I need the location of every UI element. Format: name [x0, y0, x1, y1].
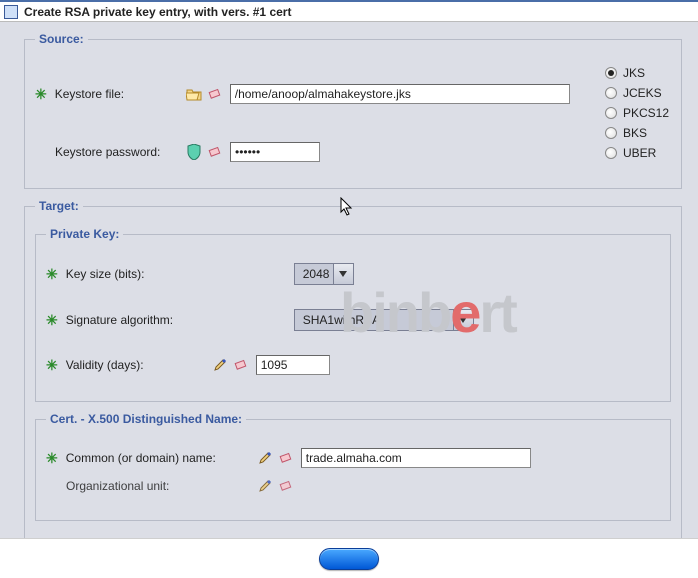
clear-icon[interactable] — [208, 86, 224, 102]
keystore-password-input[interactable] — [230, 142, 320, 162]
radio-icon — [605, 127, 617, 139]
titlebar: Create RSA private key entry, with vers.… — [0, 0, 698, 22]
required-mark: ✳ — [46, 266, 58, 283]
radio-icon — [605, 87, 617, 99]
clear-icon[interactable] — [279, 450, 295, 466]
validity-label: Validity (days): — [66, 358, 206, 372]
radio-dot-icon — [605, 67, 617, 79]
keystore-format-radios: JKS JCEKS PKCS12 BKS UBER — [605, 66, 669, 160]
source-group: Source: ✳ Keystore file: Keystore passwo… — [24, 32, 682, 189]
required-mark: ✳ — [46, 450, 58, 467]
validity-row: ✳ Validity (days): — [46, 355, 660, 375]
target-legend: Target: — [35, 199, 83, 213]
clear-icon[interactable] — [234, 357, 250, 373]
key-size-row: ✳ Key size (bits): 2048 — [46, 263, 660, 285]
required-mark: ✳ — [35, 86, 47, 103]
keystore-file-input[interactable] — [230, 84, 570, 104]
keystore-password-row: Keystore password: — [35, 142, 595, 162]
radio-icon — [605, 147, 617, 159]
source-legend: Source: — [35, 32, 88, 46]
sig-algo-value: SHA1withRSA — [294, 309, 454, 331]
chevron-down-icon[interactable] — [454, 309, 474, 331]
clear-icon[interactable] — [208, 144, 224, 160]
radio-label: BKS — [623, 126, 647, 140]
pencil-icon[interactable] — [212, 357, 228, 373]
common-name-row: ✳ Common (or domain) name: — [46, 448, 660, 468]
window-icon — [4, 5, 18, 19]
clear-icon[interactable] — [279, 478, 295, 494]
keystore-file-row: ✳ Keystore file: — [35, 84, 595, 104]
keystore-password-label: Keystore password: — [55, 145, 180, 159]
radio-label: JKS — [623, 66, 645, 80]
primary-action-button[interactable] — [319, 548, 379, 570]
private-key-legend: Private Key: — [46, 227, 123, 241]
cert-dn-group: Cert. - X.500 Distinguished Name: ✳ Comm… — [35, 412, 671, 521]
common-name-label: Common (or domain) name: — [66, 451, 251, 465]
radio-uber[interactable]: UBER — [605, 146, 669, 160]
required-mark: ✳ — [46, 312, 58, 329]
key-size-value: 2048 — [294, 263, 334, 285]
radio-pkcs12[interactable]: PKCS12 — [605, 106, 669, 120]
key-size-combo[interactable]: 2048 — [294, 263, 354, 285]
window-title: Create RSA private key entry, with vers.… — [24, 5, 291, 19]
target-group: Target: Private Key: ✳ Key size (bits): … — [24, 199, 682, 548]
radio-label: UBER — [623, 146, 656, 160]
radio-jceks[interactable]: JCEKS — [605, 86, 669, 100]
validity-input[interactable] — [256, 355, 330, 375]
org-unit-label: Organizational unit: — [66, 479, 251, 493]
folder-open-icon[interactable] — [186, 86, 202, 102]
radio-label: PKCS12 — [623, 106, 669, 120]
chevron-down-icon[interactable] — [334, 263, 354, 285]
cert-dn-legend: Cert. - X.500 Distinguished Name: — [46, 412, 246, 426]
radio-jks[interactable]: JKS — [605, 66, 669, 80]
sig-algo-combo[interactable]: SHA1withRSA — [294, 309, 474, 331]
radio-icon — [605, 107, 617, 119]
radio-label: JCEKS — [623, 86, 662, 100]
sig-algo-row: ✳ Signature algorithm: SHA1withRSA — [46, 309, 660, 331]
key-size-label: Key size (bits): — [66, 267, 236, 281]
bottom-bar — [0, 538, 698, 578]
sig-algo-label: Signature algorithm: — [66, 313, 236, 327]
org-unit-row: Organizational unit: — [46, 478, 660, 494]
pencil-icon[interactable] — [257, 450, 273, 466]
required-mark: ✳ — [46, 357, 58, 374]
form-area: Source: ✳ Keystore file: Keystore passwo… — [0, 22, 698, 548]
common-name-input[interactable] — [301, 448, 531, 468]
shield-icon[interactable] — [186, 144, 202, 160]
pencil-icon[interactable] — [257, 478, 273, 494]
keystore-file-label: Keystore file: — [55, 87, 180, 101]
private-key-group: Private Key: ✳ Key size (bits): 2048 ✳ S… — [35, 227, 671, 402]
radio-bks[interactable]: BKS — [605, 126, 669, 140]
